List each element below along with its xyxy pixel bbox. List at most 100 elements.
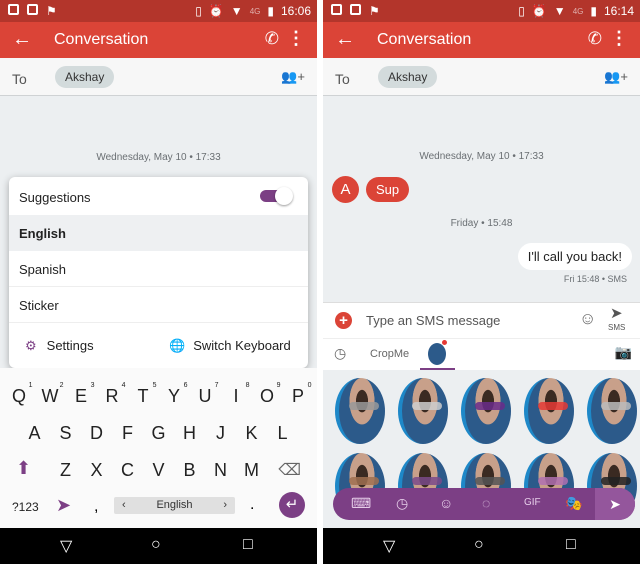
- clock-icon[interactable]: ◷: [334, 345, 346, 362]
- send-icon[interactable]: ➤: [610, 304, 623, 322]
- recents-nav-icon[interactable]: □: [243, 536, 253, 554]
- recent-icon[interactable]: ◷: [396, 495, 408, 512]
- enter-icon[interactable]: ↵: [279, 492, 305, 518]
- settings-button[interactable]: ⚙ Settings: [9, 327, 129, 363]
- key-z[interactable]: Z: [50, 460, 81, 481]
- key-w[interactable]: W2: [35, 382, 66, 407]
- sticker[interactable]: [524, 378, 574, 444]
- language-sticker[interactable]: Sticker: [9, 287, 308, 323]
- more-options-icon[interactable]: ⋮: [287, 28, 305, 49]
- add-attachment-icon[interactable]: +: [335, 312, 352, 329]
- key-s[interactable]: S: [50, 423, 81, 444]
- back-nav-icon[interactable]: ▽: [60, 536, 72, 556]
- key-label: W: [41, 386, 59, 406]
- phone-icon[interactable]: ✆: [265, 29, 279, 49]
- globe-icon: 🌐: [169, 338, 186, 353]
- key-t[interactable]: T5: [128, 382, 159, 407]
- back-nav-icon[interactable]: ▽: [383, 536, 395, 556]
- sticker-icon[interactable]: ◌: [482, 495, 490, 511]
- key-h[interactable]: H: [174, 423, 205, 444]
- key-n[interactable]: N: [205, 460, 236, 481]
- home-nav-icon[interactable]: ○: [151, 536, 161, 554]
- home-nav-icon[interactable]: ○: [474, 536, 484, 554]
- key-c[interactable]: C: [112, 460, 143, 481]
- emoji-icon[interactable]: ☺: [579, 309, 596, 329]
- emoji-icon[interactable]: ☺: [439, 495, 453, 511]
- key-m[interactable]: M: [236, 460, 267, 481]
- add-people-icon[interactable]: 👥+: [604, 69, 628, 85]
- outgoing-message[interactable]: I'll call you back!: [517, 243, 632, 270]
- sunglasses: [412, 477, 442, 485]
- suggestions-toggle[interactable]: [260, 187, 293, 205]
- key-p[interactable]: P0: [283, 382, 314, 407]
- key-r[interactable]: R4: [97, 382, 128, 407]
- tab-sticker-pack[interactable]: [428, 343, 446, 365]
- key-label: B: [183, 460, 196, 480]
- key-l[interactable]: L: [267, 423, 298, 444]
- key-label: L: [277, 423, 288, 443]
- app-bar: ← Conversation ✆ ⋮: [0, 22, 317, 58]
- key-label: Q: [11, 386, 26, 406]
- back-arrow-icon[interactable]: ←: [335, 28, 355, 51]
- key-label: I: [233, 386, 239, 406]
- status-bar: ⚑ ▯ ⏰ ▼ 4G ▮ 16:14: [323, 0, 640, 22]
- suggestions-row[interactable]: Suggestions: [9, 179, 308, 215]
- key-o[interactable]: O9: [252, 382, 283, 407]
- key-label: K: [245, 423, 258, 443]
- recents-nav-icon[interactable]: □: [566, 536, 576, 554]
- key-j[interactable]: J: [205, 423, 236, 444]
- key-q[interactable]: Q1: [4, 382, 35, 407]
- keyboard-icon[interactable]: ⌨: [351, 495, 371, 512]
- key-y[interactable]: Y6: [159, 382, 190, 407]
- back-arrow-icon[interactable]: ←: [12, 28, 32, 51]
- language-spanish[interactable]: Spanish: [9, 251, 308, 287]
- paper-plane-icon[interactable]: ➤: [56, 495, 71, 516]
- symbols-key[interactable]: ?123: [12, 500, 39, 514]
- key-k[interactable]: K: [236, 423, 267, 444]
- add-people-icon[interactable]: 👥+: [281, 69, 305, 85]
- key-e[interactable]: E3: [66, 382, 97, 407]
- space-bar[interactable]: ‹ English ›: [114, 497, 235, 514]
- network-label: 4G: [572, 6, 584, 16]
- incoming-message[interactable]: Sup: [366, 177, 410, 202]
- gif-icon[interactable]: GIF: [524, 497, 541, 508]
- shift-icon[interactable]: ⬆: [16, 458, 31, 479]
- timestamp: Wednesday, May 10 • 17:33: [419, 151, 544, 162]
- message-meta: Fri 15:48 • SMS: [563, 274, 627, 284]
- language-english[interactable]: English: [9, 215, 308, 251]
- key-d[interactable]: D: [81, 423, 112, 444]
- sticker-tabs: ◷ CropMe 📷: [323, 338, 640, 370]
- sticker[interactable]: [587, 378, 637, 444]
- more-options-icon[interactable]: ⋮: [610, 28, 628, 49]
- message-input[interactable]: Type an SMS message: [366, 313, 500, 328]
- recipient-chip[interactable]: Akshay: [55, 66, 115, 88]
- key-a[interactable]: A: [19, 423, 50, 444]
- avatar[interactable]: A: [332, 176, 359, 203]
- key-g[interactable]: G: [143, 423, 174, 444]
- tab-cropme[interactable]: CropMe: [370, 348, 409, 360]
- timestamp: Friday • 15:48: [450, 218, 513, 229]
- sticker[interactable]: [461, 378, 511, 444]
- key-f[interactable]: F: [112, 423, 143, 444]
- key-label: Z: [60, 460, 71, 480]
- key-label: A: [28, 423, 41, 443]
- key-x[interactable]: X: [81, 460, 112, 481]
- phone-icon[interactable]: ✆: [588, 29, 602, 49]
- switch-keyboard-button[interactable]: 🌐 Switch Keyboard: [159, 327, 308, 363]
- backspace-icon[interactable]: ⌫: [278, 460, 301, 480]
- key-u[interactable]: U7: [190, 382, 221, 407]
- create-sticker-icon[interactable]: ➤: [595, 488, 635, 520]
- recipient-chip[interactable]: Akshay: [378, 66, 438, 88]
- sticker[interactable]: [398, 378, 448, 444]
- period-key[interactable]: .: [250, 496, 254, 514]
- nav-bar: ▽ ○ □: [0, 528, 317, 564]
- mask-icon[interactable]: 🎭: [565, 495, 582, 512]
- key-b[interactable]: B: [174, 460, 205, 481]
- recipient-row: To Akshay 👥+: [0, 58, 317, 96]
- key-i[interactable]: I8: [221, 382, 252, 407]
- key-v[interactable]: V: [143, 460, 174, 481]
- sticker[interactable]: [335, 378, 385, 444]
- camera-icon[interactable]: 📷: [615, 344, 632, 361]
- send-label[interactable]: SMS: [608, 323, 625, 332]
- comma-key[interactable]: ,: [94, 498, 98, 516]
